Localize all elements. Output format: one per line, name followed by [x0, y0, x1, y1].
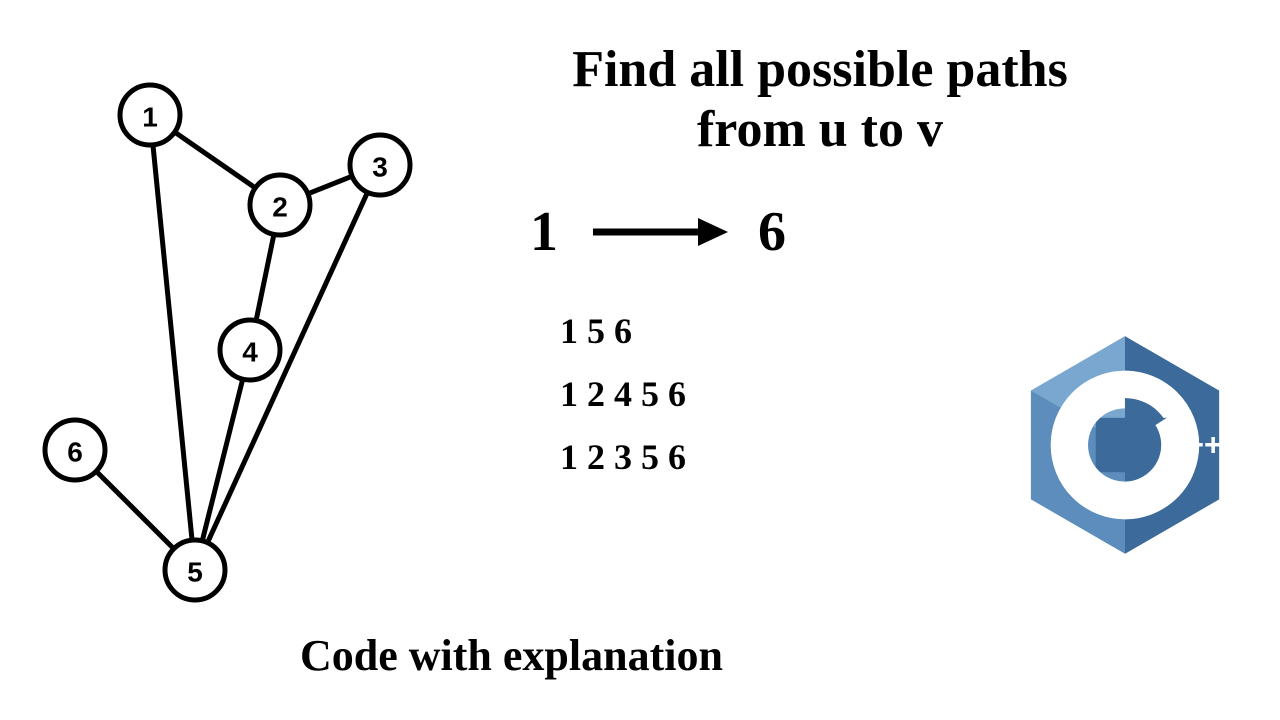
- graph-edge: [256, 234, 274, 320]
- path-1: 1 5 6: [560, 300, 686, 363]
- source-node-label: 1: [530, 200, 558, 264]
- dest-node-label: 6: [758, 200, 786, 264]
- graph-diagram: 1 2 3 4 5 6: [20, 60, 460, 640]
- graph-edge: [96, 471, 174, 549]
- graph-node-label: 5: [187, 557, 203, 588]
- svg-text:++: ++: [1186, 427, 1223, 462]
- path-3: 1 2 3 5 6: [560, 426, 686, 489]
- graph-edge: [308, 176, 352, 194]
- graph-svg: 1 2 3 4 5 6: [20, 60, 460, 640]
- graph-node-label: 2: [272, 192, 288, 223]
- path-2: 1 2 4 5 6: [560, 363, 686, 426]
- graph-node-label: 3: [372, 152, 388, 183]
- graph-edge: [153, 145, 192, 540]
- footer-caption: Code with explanation: [300, 630, 723, 681]
- source-dest-row: 1 6: [530, 200, 786, 264]
- title-line-2: from u to v: [697, 101, 943, 158]
- graph-edge: [175, 132, 256, 188]
- cpp-logo-icon: ++: [1020, 330, 1230, 560]
- graph-node-label: 4: [242, 337, 258, 368]
- paths-list: 1 5 6 1 2 4 5 6 1 2 3 5 6: [560, 300, 686, 489]
- title-line-1: Find all possible paths: [572, 41, 1068, 98]
- graph-edge: [202, 379, 242, 541]
- graph-node-label: 1: [142, 102, 158, 133]
- graph-node-label: 6: [67, 437, 83, 468]
- arrow-icon: [588, 212, 728, 252]
- page-title: Find all possible paths from u to v: [470, 40, 1170, 160]
